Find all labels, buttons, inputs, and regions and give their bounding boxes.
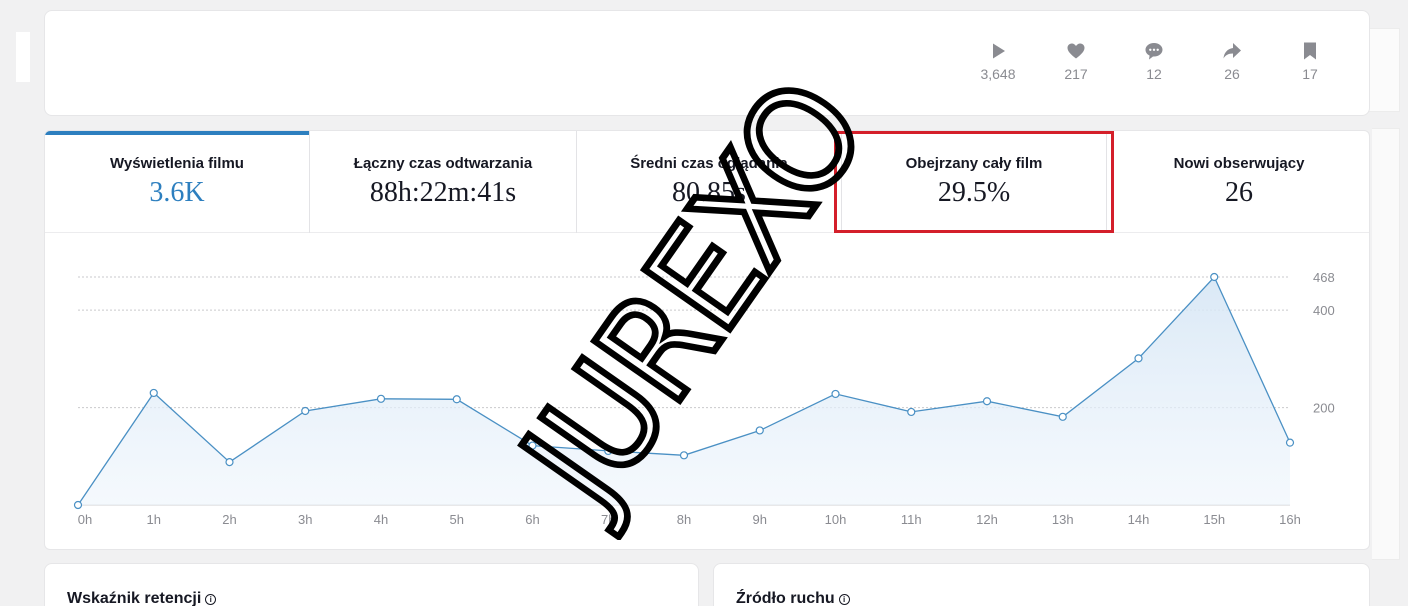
x-tick-label: 16h [1279, 512, 1301, 527]
data-point[interactable] [225, 458, 234, 467]
likes-count: 217 [1064, 66, 1088, 82]
x-tick-label: 8h [677, 512, 691, 527]
x-tick-label: 4h [374, 512, 388, 527]
x-tick-label: 15h [1203, 512, 1225, 527]
info-icon[interactable]: i [838, 594, 850, 605]
engagement-stats: 3,648 217 12 26 17 [959, 41, 1349, 82]
data-point[interactable] [301, 406, 310, 416]
data-point[interactable] [1210, 272, 1219, 282]
analytics-card: Wyświetlenia filmu 3.6K Łączny czas odtw… [44, 130, 1370, 550]
chart-area [78, 277, 1290, 505]
y-axis-labels: 200 400 468 [1313, 270, 1335, 416]
x-tick-label: 0h [78, 512, 92, 527]
data-point[interactable] [982, 397, 992, 406]
data-point[interactable] [604, 446, 613, 456]
traffic-source-card: Źródło ruchu i [713, 563, 1370, 606]
retention-title-text: Wskaźnik retencji [67, 590, 202, 606]
y-tick-label: 200 [1313, 401, 1335, 416]
heart-icon [1067, 43, 1085, 59]
background-panel [1372, 128, 1400, 560]
x-tick-label: 6h [525, 512, 539, 527]
y-tick-label: 468 [1313, 270, 1335, 285]
traffic-source-title-text: Źródło ruchu [736, 590, 835, 606]
plays-count: 3,648 [980, 66, 1016, 82]
retention-title: Wskaźnik retencji i [67, 590, 217, 606]
views-line-chart: 0h 1h 2h 3h 4h 5h 6h 7h 8h 9h 10h 11h 12h 13h 14h 15h 16… [73, 270, 1335, 527]
x-axis-labels: 0h 1h 2h 3h 4h 5h 6h 7h 8h 9h 10h 11h 12h 13h 14h 15h 16… [78, 512, 1301, 527]
x-tick-label: 2h [222, 512, 236, 527]
info-icon[interactable]: i [205, 594, 217, 605]
x-tick-label: 13h [1052, 512, 1074, 527]
share-icon [1223, 43, 1241, 59]
background-panel [1368, 28, 1400, 112]
comment-icon [1145, 43, 1163, 60]
bookmark-icon [1304, 42, 1316, 60]
data-point[interactable] [376, 394, 386, 403]
x-tick-label: 7h [601, 512, 615, 527]
data-point[interactable] [831, 389, 840, 399]
data-point[interactable] [452, 395, 461, 404]
background-panel [16, 32, 30, 82]
likes-stat: 217 [1037, 41, 1115, 82]
retention-card: Wskaźnik retencji i [44, 563, 699, 606]
data-point[interactable] [755, 426, 764, 435]
y-tick-label: 400 [1313, 303, 1335, 318]
shares-stat: 26 [1193, 41, 1271, 82]
data-point[interactable] [1134, 354, 1143, 363]
x-tick-label: 1h [147, 512, 161, 527]
play-icon [993, 43, 1005, 59]
x-tick-label: 3h [298, 512, 312, 527]
data-point[interactable] [679, 451, 689, 460]
plays-stat: 3,648 [959, 41, 1037, 82]
traffic-source-title: Źródło ruchu i [736, 590, 850, 606]
x-tick-label: 12h [976, 512, 998, 527]
comments-count: 12 [1146, 66, 1162, 82]
data-point[interactable] [907, 407, 916, 417]
x-tick-label: 11h [901, 512, 922, 527]
video-stats-card: 3,648 217 12 26 17 [44, 10, 1370, 116]
comments-stat: 12 [1115, 41, 1193, 82]
x-tick-label: 10h [825, 512, 847, 527]
data-point[interactable] [1058, 412, 1067, 421]
saves-stat: 17 [1271, 41, 1349, 82]
x-tick-label: 5h [450, 512, 464, 527]
data-point[interactable] [73, 500, 83, 510]
data-point[interactable] [1285, 438, 1295, 447]
x-tick-label: 9h [753, 512, 767, 527]
data-point[interactable] [149, 388, 158, 398]
data-point[interactable] [528, 441, 537, 450]
x-tick-label: 14h [1128, 512, 1150, 527]
saves-count: 17 [1302, 66, 1318, 82]
shares-count: 26 [1224, 66, 1240, 82]
